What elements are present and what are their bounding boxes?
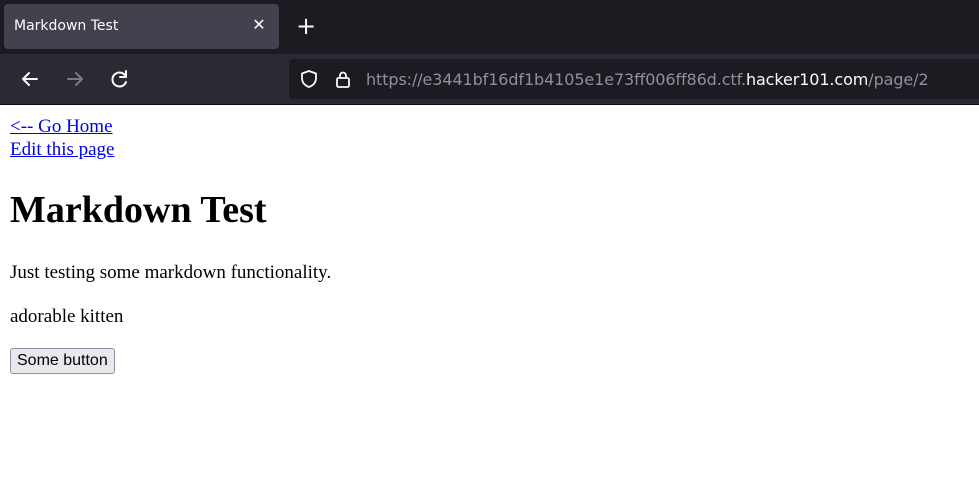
url-text[interactable]: https://e3441bf16df1b4105e1e73ff006ff86d… bbox=[366, 70, 929, 89]
tab-title: Markdown Test bbox=[14, 18, 119, 34]
address-bar[interactable]: https://e3441bf16df1b4105e1e73ff006ff86d… bbox=[289, 59, 979, 99]
url-host: hacker101.com bbox=[745, 70, 869, 89]
close-icon[interactable]: ✕ bbox=[249, 15, 269, 35]
nav-toolbar: https://e3441bf16df1b4105e1e73ff006ff86d… bbox=[0, 54, 979, 104]
shield-icon[interactable] bbox=[299, 69, 319, 89]
tab-strip: Markdown Test ✕ + bbox=[0, 0, 979, 54]
chrome-divider bbox=[0, 104, 979, 105]
image-alt-text: adorable kitten bbox=[10, 306, 124, 327]
page-title: Markdown Test bbox=[10, 189, 267, 231]
lock-icon[interactable] bbox=[333, 69, 353, 89]
plus-icon[interactable]: + bbox=[292, 12, 320, 40]
tab-markdown-test[interactable]: Markdown Test ✕ bbox=[4, 4, 279, 49]
go-home-link[interactable]: <-- Go Home bbox=[10, 115, 114, 138]
forward-arrow-icon[interactable] bbox=[60, 64, 90, 94]
some-button[interactable]: Some button bbox=[10, 348, 115, 374]
edit-page-link[interactable]: Edit this page bbox=[10, 138, 114, 161]
intro-text: Just testing some markdown functionality… bbox=[10, 262, 332, 283]
page-content: <-- Go Home Edit this page Markdown Test… bbox=[10, 115, 331, 374]
url-path: /page/2 bbox=[868, 70, 929, 89]
back-arrow-icon[interactable] bbox=[15, 64, 45, 94]
url-prefix: https://e3441bf16df1b4105e1e73ff006ff86d… bbox=[366, 70, 746, 89]
reload-icon[interactable] bbox=[105, 64, 135, 94]
